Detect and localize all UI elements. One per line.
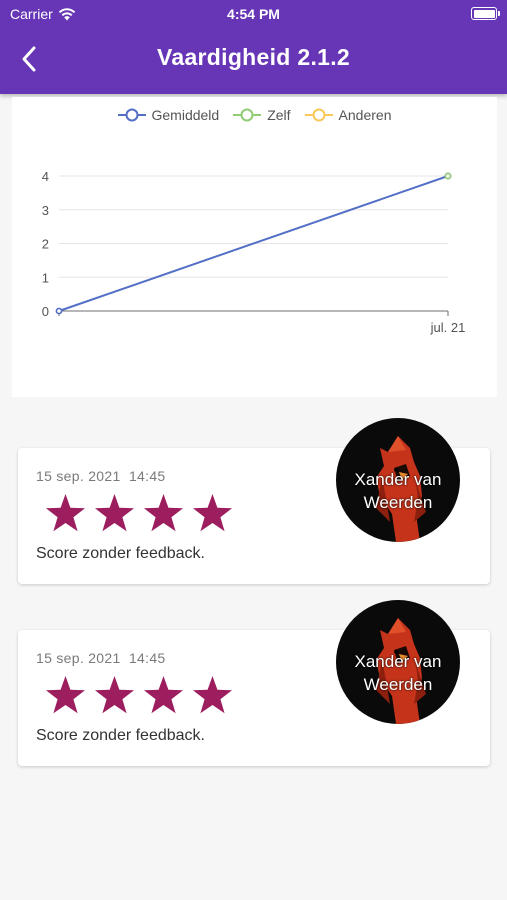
y-tick-label: 1 bbox=[42, 270, 49, 285]
star-icon bbox=[144, 676, 183, 714]
star-icon bbox=[193, 494, 232, 532]
clock: 4:54 PM bbox=[227, 6, 280, 22]
chevron-left-icon bbox=[22, 46, 36, 72]
star-rating bbox=[44, 492, 234, 535]
feedback-timestamp: 15 sep. 2021 14:45 bbox=[36, 650, 166, 666]
feedback-time: 14:45 bbox=[128, 468, 166, 484]
star-icon bbox=[144, 494, 183, 532]
feedback-text: Score zonder feedback. bbox=[36, 545, 205, 562]
avatar-name: Xander van Weerden bbox=[354, 652, 442, 694]
y-tick-label: 4 bbox=[42, 169, 49, 184]
data-point-gemiddeld[interactable] bbox=[55, 307, 63, 315]
feedback-card[interactable]: 15 sep. 2021 14:45 Score zonder feedback… bbox=[18, 418, 490, 584]
app-header: Carrier 4:54 PM Vaardigheid 2.1.2 bbox=[0, 0, 507, 94]
feedback-date: 15 sep. 2021 bbox=[36, 650, 121, 666]
star-icon bbox=[46, 494, 85, 532]
x-tick-label: jul. 21 bbox=[430, 320, 466, 335]
data-point-zelf[interactable] bbox=[444, 172, 452, 180]
y-tick-label: 2 bbox=[42, 237, 49, 252]
line-chart-plot: 0 1 2 3 4 jul. 21 bbox=[42, 169, 466, 335]
battery-icon bbox=[471, 7, 500, 20]
feedback-text: Score zonder feedback. bbox=[36, 727, 205, 744]
progress-chart-card: Gemiddeld Zelf Anderen 0 1 2 3 4 jul. 21 bbox=[12, 97, 497, 397]
star-rating bbox=[44, 674, 234, 717]
avatar[interactable]: Xander van Weerden bbox=[336, 600, 460, 724]
back-button[interactable] bbox=[12, 42, 46, 76]
avatar-name: Xander van Weerden bbox=[354, 470, 442, 512]
status-bar: Carrier 4:54 PM bbox=[0, 0, 507, 28]
star-icon bbox=[46, 676, 85, 714]
page-title: Vaardigheid 2.1.2 bbox=[156, 44, 351, 70]
star-icon bbox=[193, 676, 232, 714]
star-icon bbox=[95, 676, 134, 714]
y-tick-label: 3 bbox=[42, 203, 49, 218]
feedback-time: 14:45 bbox=[128, 650, 166, 666]
feedback-timestamp: 15 sep. 2021 14:45 bbox=[36, 468, 166, 484]
star-icon bbox=[95, 494, 134, 532]
y-tick-label: 0 bbox=[42, 304, 49, 319]
feedback-date: 15 sep. 2021 bbox=[36, 468, 121, 484]
feedback-card[interactable]: 15 sep. 2021 14:45 Score zonder feedback… bbox=[18, 600, 490, 766]
avatar[interactable]: Xander van Weerden bbox=[336, 418, 460, 542]
